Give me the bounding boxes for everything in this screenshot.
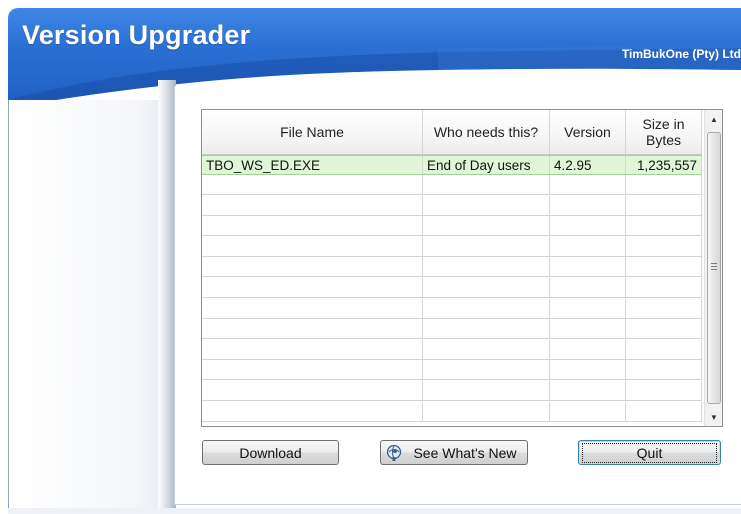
empty-cell — [550, 195, 626, 215]
scrollbar-grip-icon — [711, 263, 717, 271]
table-row-empty[interactable] — [202, 381, 702, 401]
empty-cell — [550, 381, 626, 400]
cell-version: 4.2.95 — [550, 156, 626, 174]
empty-cell — [423, 175, 550, 194]
empty-cell — [202, 360, 423, 380]
empty-cell — [626, 278, 702, 297]
table-row-empty[interactable] — [202, 360, 702, 381]
empty-cell — [202, 401, 423, 421]
empty-cell — [423, 360, 550, 380]
empty-cell — [202, 175, 423, 194]
empty-cell — [550, 319, 626, 339]
empty-cell — [423, 195, 550, 215]
column-header-size[interactable]: Size in Bytes — [626, 110, 702, 154]
empty-cell — [626, 195, 702, 215]
empty-cell — [202, 319, 423, 339]
table-row[interactable]: TBO_WS_ED.EXE End of Day users 4.2.95 1,… — [202, 155, 702, 175]
see-whats-new-label: See What's New — [413, 444, 517, 461]
download-button[interactable]: Download — [202, 440, 339, 465]
empty-cell — [423, 319, 550, 339]
empty-cell — [423, 339, 550, 359]
table-row-empty[interactable] — [202, 175, 702, 195]
download-button-label: Download — [239, 444, 302, 461]
empty-cell — [423, 278, 550, 297]
cell-size: 1,235,557 — [626, 156, 702, 174]
empty-cell — [550, 401, 626, 421]
empty-cell — [626, 175, 702, 194]
left-sidebar-panel — [8, 100, 168, 510]
grid-header: File Name Who needs this? Version Size i… — [202, 110, 702, 155]
empty-cell — [202, 381, 423, 400]
magnifier-globe-icon — [387, 444, 402, 461]
vertical-scrollbar[interactable]: ▲ ▼ — [704, 110, 722, 426]
empty-cell — [550, 175, 626, 194]
bottom-strip — [8, 508, 741, 514]
empty-cell — [202, 278, 423, 297]
empty-cell — [202, 298, 423, 318]
cell-file-name: TBO_WS_ED.EXE — [202, 156, 423, 174]
table-row-empty[interactable] — [202, 216, 702, 237]
empty-cell — [202, 257, 423, 277]
table-row-empty[interactable] — [202, 319, 702, 340]
company-name: TimBukOne (Pty) Ltd — [621, 47, 741, 61]
empty-cell — [550, 236, 626, 256]
empty-cell — [550, 257, 626, 277]
empty-cell — [626, 381, 702, 400]
files-grid[interactable]: File Name Who needs this? Version Size i… — [201, 109, 723, 427]
column-header-who-needs[interactable]: Who needs this? — [423, 110, 550, 154]
empty-cell — [550, 298, 626, 318]
table-row-empty[interactable] — [202, 401, 702, 422]
empty-cell — [626, 257, 702, 277]
empty-cell — [202, 195, 423, 215]
empty-cell — [626, 339, 702, 359]
empty-cell — [550, 216, 626, 236]
see-whats-new-button[interactable]: See What's New — [380, 440, 528, 465]
table-row-empty[interactable] — [202, 298, 702, 319]
table-row-empty[interactable] — [202, 236, 702, 257]
quit-button-label: Quit — [581, 442, 718, 463]
empty-cell — [423, 401, 550, 421]
version-upgrader-window: Version Upgrader TimBukOne (Pty) Ltd Fil… — [0, 0, 741, 514]
empty-cell — [550, 360, 626, 380]
empty-cell — [202, 236, 423, 256]
empty-cell — [550, 339, 626, 359]
table-row-empty[interactable] — [202, 339, 702, 360]
empty-cell — [626, 319, 702, 339]
empty-cell — [550, 278, 626, 297]
cell-who-needs: End of Day users — [423, 156, 550, 174]
empty-cell — [626, 298, 702, 318]
empty-cell — [423, 298, 550, 318]
left-border — [8, 100, 9, 514]
scrollbar-thumb[interactable] — [707, 132, 721, 404]
quit-button[interactable]: Quit — [578, 440, 721, 465]
empty-cell — [423, 381, 550, 400]
app-title: Version Upgrader — [22, 20, 251, 50]
table-row-empty[interactable] — [202, 278, 702, 298]
empty-cell — [626, 216, 702, 236]
empty-cell — [626, 360, 702, 380]
scroll-down-arrow-icon[interactable]: ▼ — [705, 408, 722, 426]
table-row-empty[interactable] — [202, 257, 702, 278]
column-header-file-name[interactable]: File Name — [202, 110, 423, 154]
empty-cell — [423, 216, 550, 236]
empty-cell — [202, 216, 423, 236]
column-header-version[interactable]: Version — [550, 110, 626, 154]
empty-cell — [423, 236, 550, 256]
scroll-up-arrow-icon[interactable]: ▲ — [705, 110, 722, 128]
empty-cell — [626, 236, 702, 256]
table-row-empty[interactable] — [202, 195, 702, 216]
empty-cell — [626, 401, 702, 421]
empty-cell — [423, 257, 550, 277]
empty-cell — [202, 339, 423, 359]
